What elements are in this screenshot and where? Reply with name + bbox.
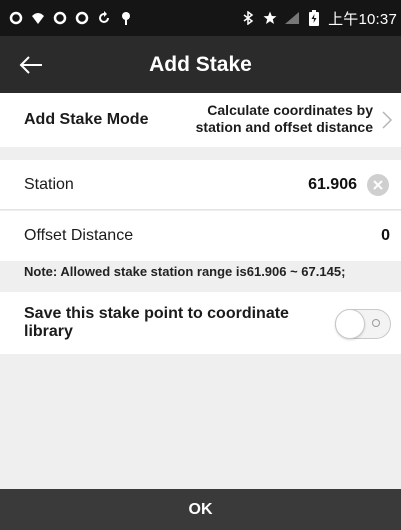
station-row[interactable]: Station 61.906 (0, 160, 401, 210)
sync-icon (8, 10, 24, 26)
offset-distance-row[interactable]: Offset Distance 0 (0, 211, 401, 261)
wifi-icon (30, 10, 46, 26)
ok-label: OK (188, 500, 213, 518)
page-title: Add Stake (149, 52, 252, 76)
app-bar: Add Stake (0, 36, 401, 93)
battery-icon (306, 10, 322, 26)
toggle-off-indicator (372, 319, 380, 327)
save-to-library-toggle[interactable] (335, 309, 391, 339)
toggle-knob (335, 309, 365, 339)
close-icon (373, 179, 383, 190)
chevron-right-icon (382, 111, 393, 129)
stake-mode-value-line2: station and offset distance (195, 119, 373, 135)
refresh-icon (96, 10, 112, 26)
sync-icon (52, 10, 68, 26)
stake-mode-value-line1: Calculate coordinates by (207, 102, 373, 118)
status-left-icons (8, 10, 134, 26)
stake-mode-label: Add Stake Mode (24, 111, 149, 128)
star-icon (262, 10, 278, 26)
status-time: 上午10:37 (328, 10, 397, 28)
offset-distance-label: Offset Distance (24, 227, 134, 244)
ok-button[interactable]: OK (0, 489, 401, 530)
arrow-left-icon (19, 56, 42, 74)
station-label: Station (24, 175, 74, 193)
offset-distance-input[interactable]: 0 (381, 227, 390, 245)
stake-mode-value: Calculate coordinates by station and off… (173, 102, 373, 136)
station-range-note: Note: Allowed stake station range is61.9… (24, 264, 346, 279)
status-bar: 上午10:37 (0, 0, 401, 36)
no-signal-icon (284, 10, 300, 26)
status-right-icons: 上午10:37 (240, 8, 397, 29)
back-button[interactable] (10, 44, 52, 86)
stake-mode-row[interactable]: Add Stake Mode Calculate coordinates by … (0, 93, 401, 147)
clear-station-button[interactable] (367, 173, 389, 196)
bluetooth-icon (240, 10, 256, 26)
station-input[interactable]: 61.906 (308, 176, 357, 194)
save-to-library-label: Save this stake point to coordinate libr… (24, 305, 289, 340)
sync-icon (74, 10, 90, 26)
save-to-library-row[interactable]: Save this stake point to coordinate libr… (0, 292, 401, 354)
antenna-icon (118, 10, 134, 26)
